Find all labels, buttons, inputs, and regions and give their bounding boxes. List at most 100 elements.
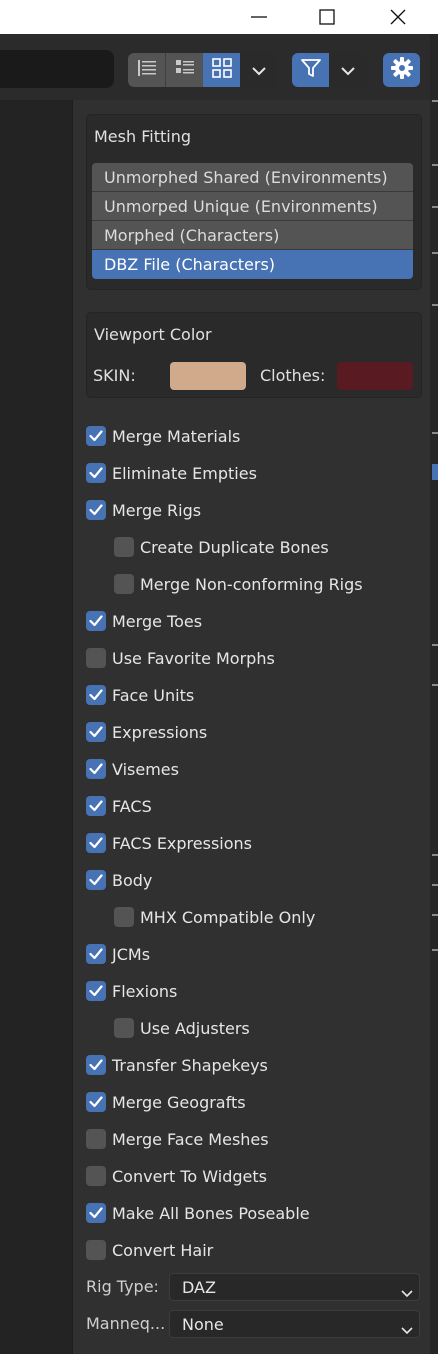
option-row[interactable]: Merge Non-conforming Rigs [114, 572, 363, 596]
mesh-fitting-option[interactable]: Unmorphed Shared (Environments) [92, 163, 413, 192]
mesh-fitting-option[interactable]: Unmorped Unique (Environments) [92, 192, 413, 221]
checkbox-checked[interactable] [86, 463, 106, 483]
option-row[interactable]: Merge Materials [86, 424, 240, 448]
mannequin-dropdown[interactable]: None [169, 1310, 420, 1338]
rig-type-dropdown[interactable]: DAZ [169, 1273, 420, 1301]
skin-label: SKIN: [93, 366, 136, 385]
checkbox-checked[interactable] [86, 796, 106, 816]
checkmark-icon [89, 1207, 103, 1219]
option-row[interactable]: Use Favorite Morphs [86, 646, 275, 670]
maximize-button[interactable] [297, 0, 357, 34]
option-row[interactable]: Convert Hair [86, 1238, 213, 1262]
option-row[interactable]: Merge Geografts [86, 1090, 246, 1114]
search-input[interactable] [0, 50, 114, 88]
close-icon [389, 8, 407, 26]
mannequin-value: None [182, 1315, 224, 1334]
checkbox-checked[interactable] [86, 685, 106, 705]
mesh-fitting-option[interactable]: Morphed (Characters) [92, 221, 413, 250]
checkmark-icon [89, 615, 103, 627]
clothes-color-swatch[interactable] [337, 362, 413, 390]
checkmark-icon [89, 763, 103, 775]
option-label: Convert To Widgets [112, 1166, 267, 1186]
option-label: Flexions [112, 981, 178, 1001]
skin-color-swatch[interactable] [170, 362, 246, 390]
checkbox-unchecked[interactable] [114, 537, 134, 557]
option-label: Merge Face Meshes [112, 1129, 269, 1149]
option-row[interactable]: Make All Bones Poseable [86, 1201, 310, 1225]
option-label: Expressions [112, 722, 208, 742]
option-row[interactable]: Merge Toes [86, 609, 202, 633]
checkmark-icon [89, 837, 103, 849]
checkbox-unchecked[interactable] [86, 1129, 106, 1149]
option-row[interactable]: Flexions [86, 979, 177, 1003]
display-mode-dropdown[interactable] [240, 53, 278, 87]
checkmark-icon [89, 874, 103, 886]
checkmark-icon [89, 1059, 103, 1071]
checkbox-unchecked[interactable] [114, 574, 134, 594]
checkbox-unchecked[interactable] [114, 907, 134, 927]
option-label: Merge Toes [112, 611, 203, 631]
filter-button[interactable] [292, 53, 329, 87]
checkbox-checked[interactable] [86, 611, 106, 631]
option-label: MHX Compatible Only [140, 907, 316, 927]
option-row[interactable]: Eliminate Empties [86, 461, 257, 485]
checkbox-checked[interactable] [86, 722, 106, 742]
checkmark-icon [89, 467, 103, 479]
checkbox-checked[interactable] [86, 1203, 106, 1223]
list-view-button[interactable] [128, 53, 165, 87]
checkbox-checked[interactable] [86, 1092, 106, 1112]
filter-dropdown[interactable] [329, 53, 367, 87]
option-row[interactable]: JCMs [86, 942, 150, 966]
checkbox-checked[interactable] [86, 1055, 106, 1075]
option-row[interactable]: Convert To Widgets [86, 1164, 267, 1188]
minimize-button[interactable] [229, 0, 289, 34]
list-view-icon [136, 58, 158, 82]
option-label: Transfer Shapekeys [112, 1055, 268, 1075]
option-row[interactable]: Create Duplicate Bones [114, 535, 329, 559]
chevron-down-icon [401, 1283, 413, 1302]
option-row[interactable]: Face Units [86, 683, 194, 707]
clipped-panel-strip [430, 34, 438, 1354]
option-row[interactable]: Merge Face Meshes [86, 1127, 269, 1151]
filter-icon [300, 57, 322, 83]
grid-view-button[interactable] [203, 53, 240, 87]
mesh-fitting-option-selected[interactable]: DBZ File (Characters) [92, 250, 413, 279]
option-label: Merge Geografts [112, 1092, 246, 1112]
option-label: Visemes [112, 759, 179, 779]
checkbox-checked[interactable] [86, 833, 106, 853]
option-label: JCMs [112, 944, 151, 964]
checkbox-checked[interactable] [86, 426, 106, 446]
checkbox-unchecked[interactable] [114, 1018, 134, 1038]
tree-view-icon [174, 58, 196, 82]
option-row[interactable]: Body [86, 868, 152, 892]
mesh-fitting-list: Unmorphed Shared (Environments) Unmorped… [92, 163, 413, 279]
tree-view-button[interactable] [165, 53, 203, 87]
checkmark-icon [89, 1096, 103, 1108]
window-title-bar [0, 0, 438, 34]
option-label: Body [112, 870, 153, 890]
option-row[interactable]: Expressions [86, 720, 207, 744]
checkbox-unchecked[interactable] [86, 1166, 106, 1186]
checkbox-checked[interactable] [86, 944, 106, 964]
chevron-down-icon [401, 1320, 413, 1339]
close-button[interactable] [368, 0, 428, 34]
checkbox-unchecked[interactable] [86, 648, 106, 668]
option-row[interactable]: FACS Expressions [86, 831, 252, 855]
checkbox-checked[interactable] [86, 500, 106, 520]
checkmark-icon [89, 948, 103, 960]
option-label: Make All Bones Poseable [112, 1203, 310, 1223]
option-row[interactable]: MHX Compatible Only [114, 905, 315, 929]
checkbox-checked[interactable] [86, 981, 106, 1001]
checkbox-checked[interactable] [86, 759, 106, 779]
maximize-icon [318, 8, 336, 26]
checkmark-icon [89, 985, 103, 997]
option-row[interactable]: Transfer Shapekeys [86, 1053, 268, 1077]
option-row[interactable]: Merge Rigs [86, 498, 201, 522]
option-row[interactable]: Visemes [86, 757, 179, 781]
option-label: Convert Hair [112, 1240, 214, 1260]
option-row[interactable]: Use Adjusters [114, 1016, 250, 1040]
settings-button[interactable] [383, 53, 420, 87]
checkbox-unchecked[interactable] [86, 1240, 106, 1260]
checkbox-checked[interactable] [86, 870, 106, 890]
option-row[interactable]: FACS [86, 794, 152, 818]
